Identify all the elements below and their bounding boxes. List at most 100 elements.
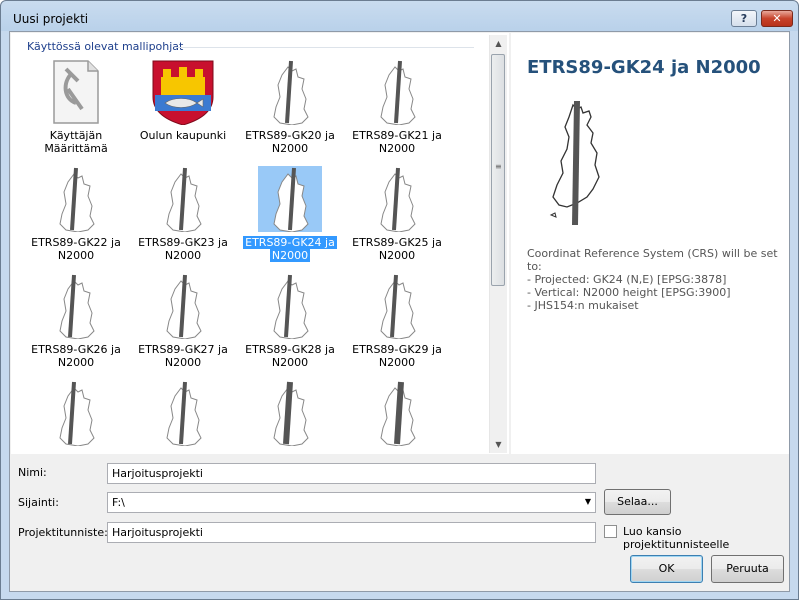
group-divider bbox=[176, 47, 474, 48]
finland-map-icon bbox=[365, 166, 429, 233]
custom-template-icon bbox=[44, 59, 108, 125]
template-label-line: ETRS89-GK24 ja bbox=[243, 236, 337, 249]
template-label: ETRS89-GK21 ja N2000 bbox=[347, 129, 447, 155]
scroll-down-arrow-icon[interactable]: ▼ bbox=[490, 436, 507, 453]
template-tile-partial[interactable] bbox=[133, 380, 233, 446]
oulu-coat-of-arms-icon bbox=[151, 59, 215, 126]
help-button[interactable]: ? bbox=[731, 10, 757, 27]
finland-map-icon bbox=[44, 166, 108, 233]
project-id-label: Projektitunniste: bbox=[18, 526, 108, 539]
vertical-scrollbar[interactable]: ▲ ≡ ▼ bbox=[489, 35, 507, 453]
finland-map-icon bbox=[365, 59, 429, 126]
template-label: ETRS89-GK25 ja N2000 bbox=[347, 236, 447, 262]
dropdown-arrow-icon[interactable]: ▼ bbox=[585, 497, 591, 506]
template-tile[interactable]: Oulun kaupunki bbox=[133, 59, 233, 163]
template-tile-partial[interactable] bbox=[347, 380, 447, 446]
template-preview: ETRS89-GK24 ja N2000 Coordinat Reference… bbox=[511, 33, 789, 454]
template-label-line: N2000 bbox=[378, 249, 416, 262]
template-label-line: N2000 bbox=[271, 142, 309, 155]
template-tile[interactable]: ETRS89-GK28 ja N2000 bbox=[240, 273, 340, 377]
template-tile[interactable]: ETRS89-GK22 ja N2000 bbox=[26, 166, 126, 270]
template-label: Käyttäjän Määrittämä bbox=[26, 129, 126, 155]
preview-description: Coordinat Reference System (CRS) will be… bbox=[527, 247, 789, 312]
template-tile[interactable]: ETRS89-GK24 ja N2000 bbox=[240, 166, 340, 270]
template-tile[interactable]: ETRS89-GK26 ja N2000 bbox=[26, 273, 126, 377]
name-label: Nimi: bbox=[18, 466, 47, 479]
template-label-line: ETRS89-GK26 ja bbox=[31, 343, 121, 356]
template-list: Käyttössä olevat mallipohjat Käyttäjän Mä… bbox=[11, 33, 509, 454]
grip-icon: ≡ bbox=[495, 162, 502, 171]
template-label-line: ETRS89-GK22 ja bbox=[31, 236, 121, 249]
template-tile[interactable]: ETRS89-GK23 ja N2000 bbox=[133, 166, 233, 270]
template-tile-partial[interactable] bbox=[26, 380, 126, 446]
template-label-line: Määrittämä bbox=[44, 142, 108, 155]
vertical-line: - Vertical: N2000 height [EPSG:3900] bbox=[527, 286, 731, 299]
finland-map-icon bbox=[258, 273, 322, 340]
template-label-line: ETRS89-GK21 ja bbox=[352, 129, 442, 142]
template-tile[interactable]: ETRS89-GK27 ja N2000 bbox=[133, 273, 233, 377]
template-label-line: N2000 bbox=[57, 249, 95, 262]
dialog-client-area: Käyttössä olevat mallipohjat Käyttäjän Mä… bbox=[9, 31, 790, 592]
finland-map-icon bbox=[258, 59, 322, 126]
template-label-line: N2000 bbox=[378, 356, 416, 369]
template-tile-partial[interactable] bbox=[240, 380, 340, 446]
template-tile[interactable]: ETRS89-GK21 ja N2000 bbox=[347, 59, 447, 163]
create-folder-checkbox[interactable] bbox=[604, 525, 617, 538]
template-label-line: ETRS89-GK28 ja bbox=[245, 343, 335, 356]
dialog-window: Uusi projekti ? ✕ Käyttössä olevat malli… bbox=[0, 0, 799, 600]
template-label-line: N2000 bbox=[57, 356, 95, 369]
template-group-header: Käyttössä olevat mallipohjat bbox=[27, 40, 184, 53]
cancel-button[interactable]: Peruuta bbox=[711, 555, 784, 583]
location-value: F:\ bbox=[112, 496, 125, 509]
finland-map-icon bbox=[44, 380, 108, 446]
template-tile[interactable]: ETRS89-GK29 ja N2000 bbox=[347, 273, 447, 377]
preview-title: ETRS89-GK24 ja N2000 bbox=[527, 57, 761, 78]
template-label-line: N2000 bbox=[378, 142, 416, 155]
finland-map-icon bbox=[44, 273, 108, 340]
window-title: Uusi projekti bbox=[13, 12, 89, 26]
template-tile[interactable]: ETRS89-GK25 ja N2000 bbox=[347, 166, 447, 270]
template-label-line: ETRS89-GK25 ja bbox=[352, 236, 442, 249]
template-tile[interactable]: Käyttäjän Määrittämä bbox=[26, 59, 126, 163]
template-label-line: ETRS89-GK23 ja bbox=[138, 236, 228, 249]
template-label: ETRS89-GK20 ja N2000 bbox=[240, 129, 340, 155]
template-label-line: N2000 bbox=[271, 356, 309, 369]
template-label: ETRS89-GK24 ja N2000 bbox=[240, 236, 340, 262]
project-id-field[interactable]: Harjoitusprojekti bbox=[107, 522, 596, 543]
finland-map-icon bbox=[365, 273, 429, 340]
jhs-line: - JHS154:n mukaiset bbox=[527, 299, 639, 312]
template-label-line: ETRS89-GK20 ja bbox=[245, 129, 335, 142]
finland-map-icon bbox=[151, 380, 215, 446]
close-button[interactable]: ✕ bbox=[761, 10, 793, 27]
finland-map-icon bbox=[258, 166, 322, 233]
template-label-line: ETRS89-GK27 ja bbox=[138, 343, 228, 356]
template-label: ETRS89-GK22 ja N2000 bbox=[26, 236, 126, 262]
template-label-line: N2000 bbox=[164, 249, 202, 262]
finland-map-icon bbox=[365, 380, 429, 446]
template-label-line: Oulun kaupunki bbox=[139, 129, 227, 142]
template-label: ETRS89-GK28 ja N2000 bbox=[240, 343, 340, 369]
template-label-line: N2000 bbox=[164, 356, 202, 369]
template-label: ETRS89-GK29 ja N2000 bbox=[347, 343, 447, 369]
create-folder-label[interactable]: Luo kansio projektitunnisteelle bbox=[623, 525, 789, 551]
finland-map-icon bbox=[151, 166, 215, 233]
scrollbar-thumb[interactable]: ≡ bbox=[491, 54, 505, 286]
template-tile[interactable]: ETRS89-GK20 ja N2000 bbox=[240, 59, 340, 163]
projected-line: - Projected: GK24 (N,E) [EPSG:3878] bbox=[527, 273, 727, 286]
location-combo[interactable]: F:\ ▼ bbox=[107, 492, 596, 513]
template-label: ETRS89-GK27 ja N2000 bbox=[133, 343, 233, 369]
template-label: ETRS89-GK26 ja N2000 bbox=[26, 343, 126, 369]
title-bar: Uusi projekti ? ✕ bbox=[1, 1, 798, 35]
finland-map-icon bbox=[258, 380, 322, 446]
finland-map-preview-icon bbox=[549, 100, 600, 226]
template-label-line: N2000 bbox=[269, 249, 311, 262]
ok-button[interactable]: OK bbox=[630, 555, 703, 583]
finland-map-icon bbox=[151, 273, 215, 340]
name-field[interactable]: Harjoitusprojekti bbox=[107, 463, 596, 484]
scroll-up-arrow-icon[interactable]: ▲ bbox=[490, 35, 507, 52]
template-label-line: ETRS89-GK29 ja bbox=[352, 343, 442, 356]
template-label: ETRS89-GK23 ja N2000 bbox=[133, 236, 233, 262]
browse-button[interactable]: Selaa... bbox=[604, 489, 671, 515]
template-label: Oulun kaupunki bbox=[133, 129, 233, 142]
crs-line: Coordinat Reference System (CRS) will be… bbox=[527, 247, 778, 273]
